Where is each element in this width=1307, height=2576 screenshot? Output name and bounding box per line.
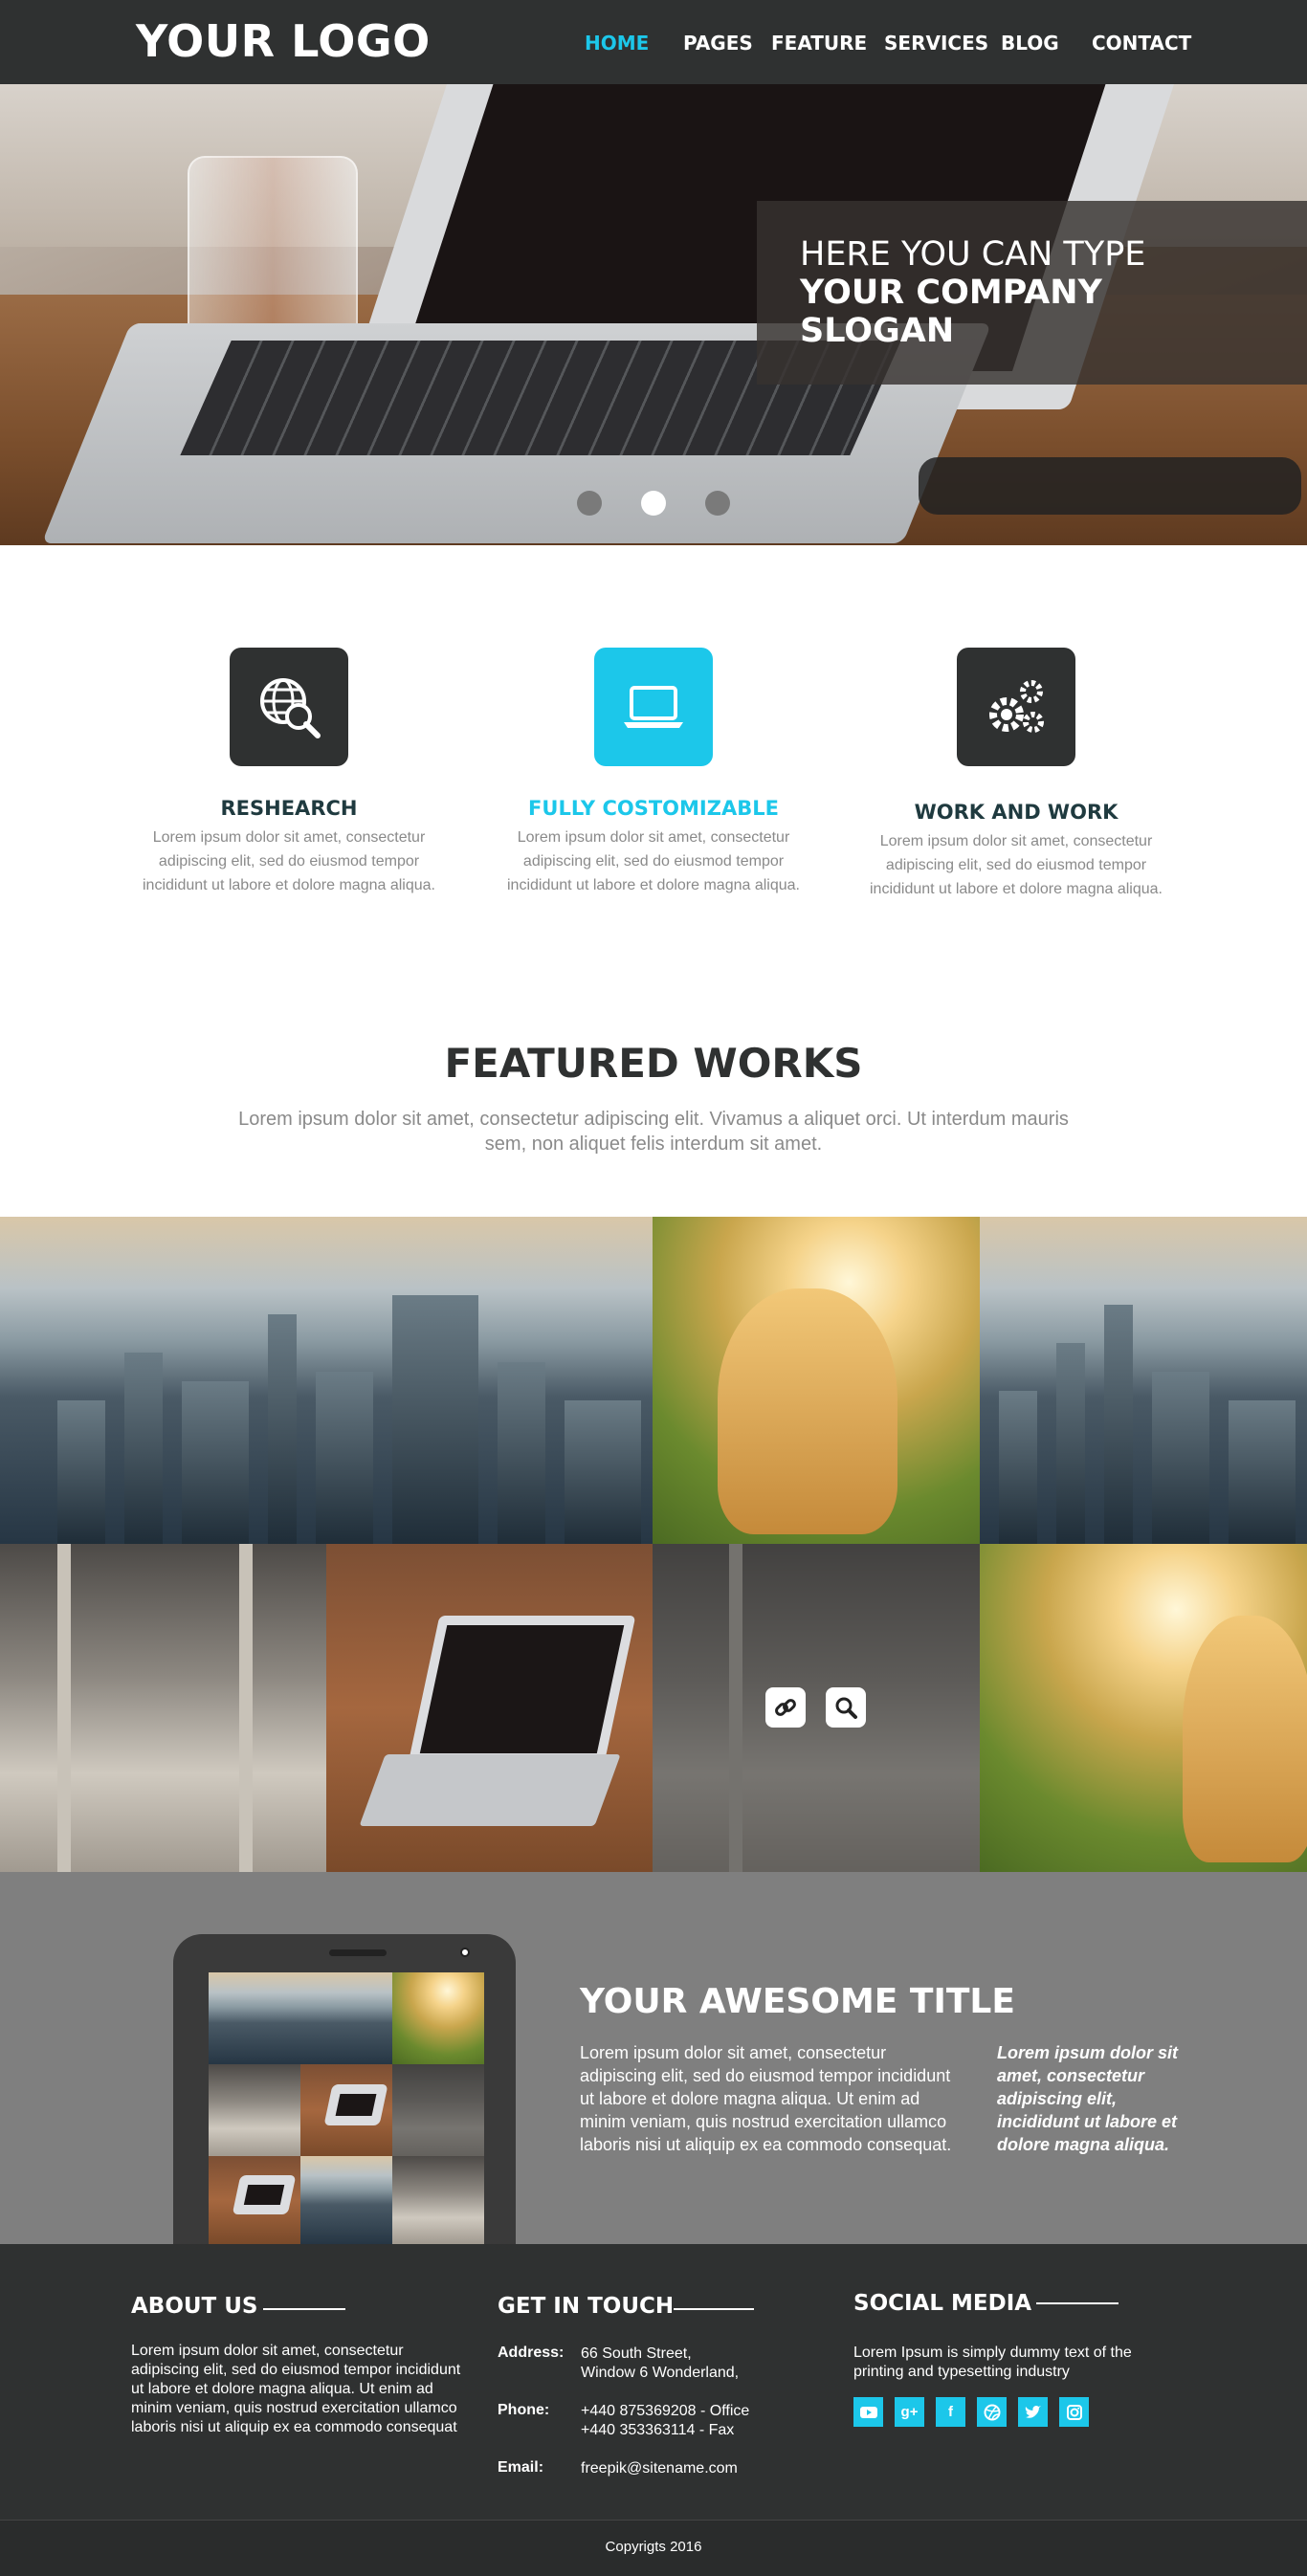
instagram-icon <box>1066 2404 1082 2420</box>
dribbble-button[interactable] <box>977 2397 1007 2427</box>
hero-slogan-box: HERE YOU CAN TYPE YOUR COMPANY SLOGAN <box>757 201 1307 385</box>
facebook-button[interactable]: f <box>936 2397 965 2427</box>
search-icon <box>835 1697 857 1719</box>
portfolio-zoom-button[interactable] <box>826 1687 866 1728</box>
social-title: SOCIAL MEDIA <box>853 2291 1032 2316</box>
instagram-button[interactable] <box>1059 2397 1089 2427</box>
contact-title: GET IN TOUCH <box>498 2294 675 2319</box>
phone-label: Phone: <box>498 2402 550 2418</box>
nav-services[interactable]: SERVICES <box>884 32 988 55</box>
nav-blog[interactable]: BLOG <box>1001 32 1059 55</box>
feature-text: Lorem ipsum dolor sit amet, consectetur … <box>507 829 800 893</box>
feature-title: WORK AND WORK <box>914 801 1119 824</box>
twitter-button[interactable] <box>1018 2397 1048 2427</box>
dribbble-icon <box>984 2404 1000 2420</box>
promo-title: YOUR AWESOME TITLE <box>580 1982 1015 2021</box>
portfolio-link-button[interactable] <box>765 1687 806 1728</box>
youtube-icon <box>859 2406 877 2418</box>
featured-works-title: FEATURED WORKS <box>444 1040 863 1087</box>
feature-icon-box <box>230 648 348 766</box>
feature-research: RESHEARCH Lorem ipsum dolor sit amet, co… <box>136 648 442 897</box>
laptop-icon <box>624 686 683 728</box>
nav-pages[interactable]: PAGES <box>683 32 753 55</box>
feature-title: FULLY COSTOMIZABLE <box>528 797 779 820</box>
google-plus-icon: g+ <box>900 2404 919 2420</box>
portfolio-item-city[interactable] <box>980 1217 1307 1544</box>
nav-contact[interactable]: CONTACT <box>1092 32 1191 55</box>
feature-icon-box <box>957 648 1075 766</box>
slogan-line-2: YOUR COMPANY SLOGAN <box>800 274 1102 350</box>
facebook-icon: f <box>948 2404 953 2420</box>
feature-icon-box <box>594 648 713 766</box>
email-link[interactable]: freepik@sitename.com <box>581 2459 738 2478</box>
promo-text: Lorem ipsum dolor sit amet, consectetur … <box>580 2043 952 2154</box>
slogan-line-1: HERE YOU CAN TYPE <box>800 235 1146 274</box>
feature-title: RESHEARCH <box>220 797 358 820</box>
promo-quote: Lorem ipsum dolor sit amet, consectetur … <box>997 2043 1179 2154</box>
social-title-line <box>1036 2302 1119 2304</box>
portfolio-item-girl[interactable] <box>653 1217 980 1544</box>
gears-icon <box>989 680 1044 733</box>
feature-work: WORK AND WORK Lorem ipsum dolor sit amet… <box>863 648 1169 901</box>
portfolio-item-city-large[interactable] <box>0 1217 653 1544</box>
youtube-button[interactable] <box>853 2397 883 2427</box>
about-title-line <box>263 2308 345 2310</box>
google-plus-button[interactable]: g+ <box>895 2397 924 2427</box>
portfolio-item-field[interactable] <box>980 1544 1307 1872</box>
email-label: Email: <box>498 2459 544 2476</box>
featured-works-subtitle: Lorem ipsum dolor sit amet, consectetur … <box>238 1109 1069 1155</box>
feature-text: Lorem ipsum dolor sit amet, consectetur … <box>143 829 435 893</box>
address-label: Address: <box>498 2345 565 2361</box>
phone-speaker <box>329 1949 387 1956</box>
portfolio-item-subway[interactable] <box>0 1544 326 1872</box>
address-line-1: 66 South Street, <box>581 2345 692 2362</box>
social-text: Lorem Ipsum is simply dummy text of the … <box>853 2345 1132 2380</box>
about-title: ABOUT US <box>131 2294 258 2319</box>
hero-phone-image <box>919 457 1301 515</box>
slider-dot-1[interactable] <box>577 491 602 516</box>
globe-search-icon <box>260 678 321 738</box>
nav-home[interactable]: HOME <box>585 32 649 55</box>
nav-feature[interactable]: FEATURE <box>771 32 867 55</box>
portfolio-item-subway-hover[interactable] <box>653 1544 980 1872</box>
address-line-2: Window 6 Wonderland, <box>581 2365 740 2381</box>
copyright-text: Copyrigts 2016 <box>605 2539 702 2555</box>
phone-screen <box>209 1972 484 2244</box>
phone-fax: +440 353363114 - Fax <box>581 2422 735 2438</box>
feature-customizable: FULLY COSTOMIZABLE Lorem ipsum dolor sit… <box>500 648 807 897</box>
portfolio-item-laptop[interactable] <box>326 1544 653 1872</box>
site-logo[interactable]: YOUR LOGO <box>136 15 431 67</box>
slider-dot-3[interactable] <box>705 491 730 516</box>
phone-office: +440 875369208 - Office <box>581 2403 750 2419</box>
contact-title-line <box>674 2308 754 2310</box>
feature-text: Lorem ipsum dolor sit amet, consectetur … <box>870 833 1163 897</box>
link-icon <box>775 1699 796 1716</box>
phone-camera <box>460 1948 470 1957</box>
top-navbar: YOUR LOGO HOME PAGES FEATURE SERVICES BL… <box>0 0 1307 84</box>
slider-dot-2[interactable] <box>641 491 666 516</box>
about-text: Lorem ipsum dolor sit amet, consectetur … <box>131 2343 461 2435</box>
twitter-icon <box>1025 2405 1041 2418</box>
phone-mockup <box>173 1934 516 2244</box>
